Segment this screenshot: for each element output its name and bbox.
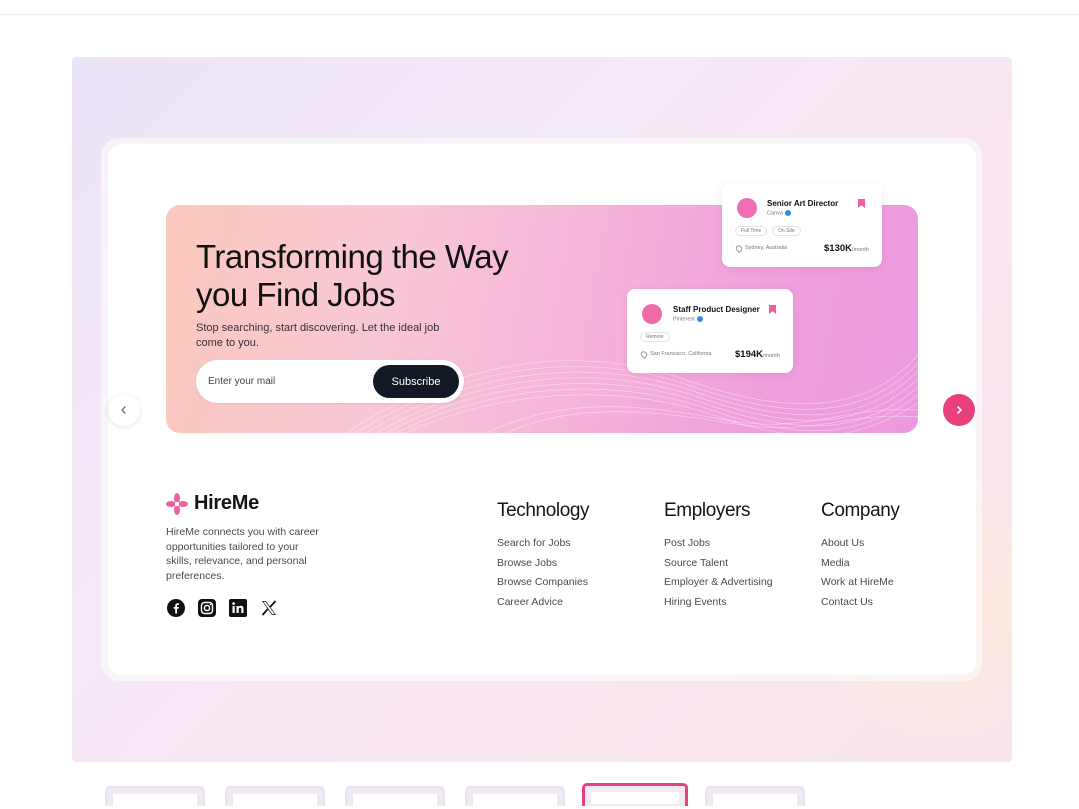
footer-link[interactable]: Browse Companies xyxy=(497,573,589,593)
footer-link[interactable]: Employer & Advertising xyxy=(664,573,773,593)
footer-link[interactable]: Source Talent xyxy=(664,554,773,574)
thumbnail[interactable] xyxy=(465,786,565,806)
footer-heading: Company xyxy=(821,500,900,521)
job-title: Senior Art Director xyxy=(767,199,839,208)
footer-link[interactable]: Media xyxy=(821,554,900,574)
hireme-logo-icon xyxy=(166,492,188,515)
thumbnail[interactable] xyxy=(705,786,805,806)
job-title: Staff Product Designer xyxy=(673,305,760,314)
chevron-left-icon xyxy=(121,406,126,414)
footer-link[interactable]: Career Advice xyxy=(497,593,589,613)
brand-name: HireMe xyxy=(194,492,259,514)
thumbnail-strip xyxy=(105,783,825,809)
job-location: Sydney, Australia xyxy=(745,245,788,251)
linkedin-icon[interactable] xyxy=(228,598,247,617)
footer-link[interactable]: Browse Jobs xyxy=(497,554,589,574)
job-company: Pinterest xyxy=(673,316,703,322)
hero-headline: Transforming the Way you Find Jobs xyxy=(196,238,509,313)
bookmark-icon[interactable] xyxy=(769,305,776,314)
job-salary: $130K/month xyxy=(824,243,869,254)
thumbnail[interactable] xyxy=(225,786,325,806)
chevron-right-icon xyxy=(956,405,963,415)
canva-logo-icon xyxy=(737,198,757,218)
job-company: Canva xyxy=(767,210,791,216)
bookmark-icon[interactable] xyxy=(858,199,865,208)
brand-description: HireMe connects you with career opportun… xyxy=(166,526,319,582)
facebook-icon[interactable] xyxy=(166,598,185,617)
job-tag: Remote xyxy=(640,332,670,342)
job-tag: Full Time xyxy=(735,226,768,236)
carousel-prev-button[interactable] xyxy=(108,394,140,426)
hero-subtext: Stop searching, start discovering. Let t… xyxy=(196,322,440,349)
footer-link[interactable]: About Us xyxy=(821,534,900,554)
subscribe-form: Subscribe xyxy=(196,360,464,403)
location-pin-icon xyxy=(639,349,649,360)
footer-link[interactable]: Work at HireMe xyxy=(821,573,900,593)
footer-link[interactable]: Post Jobs xyxy=(664,534,773,554)
subscribe-button[interactable]: Subscribe xyxy=(373,365,459,398)
thumbnail[interactable] xyxy=(105,786,205,806)
footer-link[interactable]: Hiring Events xyxy=(664,593,773,613)
job-tag: On Site xyxy=(772,226,801,236)
brand-logo[interactable]: HireMe xyxy=(166,492,259,515)
verified-icon xyxy=(784,210,791,216)
footer-heading: Employers xyxy=(664,500,751,521)
verified-icon xyxy=(696,316,703,322)
header-divider xyxy=(0,14,1079,15)
instagram-icon[interactable] xyxy=(197,598,216,617)
pinterest-logo-icon xyxy=(642,304,662,324)
carousel-next-button[interactable] xyxy=(943,394,975,426)
job-card[interactable]: Senior Art Director Canva Full Time On S… xyxy=(722,183,882,267)
x-icon[interactable] xyxy=(259,598,278,617)
email-input[interactable] xyxy=(208,372,368,391)
footer-link[interactable]: Contact Us xyxy=(821,593,900,613)
job-location: San Francisco, California xyxy=(650,351,712,357)
social-links xyxy=(166,598,278,617)
footer-heading: Technology xyxy=(497,500,590,521)
footer-link[interactable]: Search for Jobs xyxy=(497,534,589,554)
footer-column-company: Company About Us Media Work at HireMe Co… xyxy=(821,500,900,612)
job-card[interactable]: Staff Product Designer Pinterest Remote … xyxy=(627,289,793,373)
footer-column-technology: Technology Search for Jobs Browse Jobs B… xyxy=(497,500,590,613)
location-pin-icon xyxy=(734,243,744,254)
footer-column-employers: Employers Post Jobs Source Talent Employ… xyxy=(664,500,773,612)
job-salary: $194K/month xyxy=(735,349,780,360)
thumbnail[interactable] xyxy=(345,786,445,806)
